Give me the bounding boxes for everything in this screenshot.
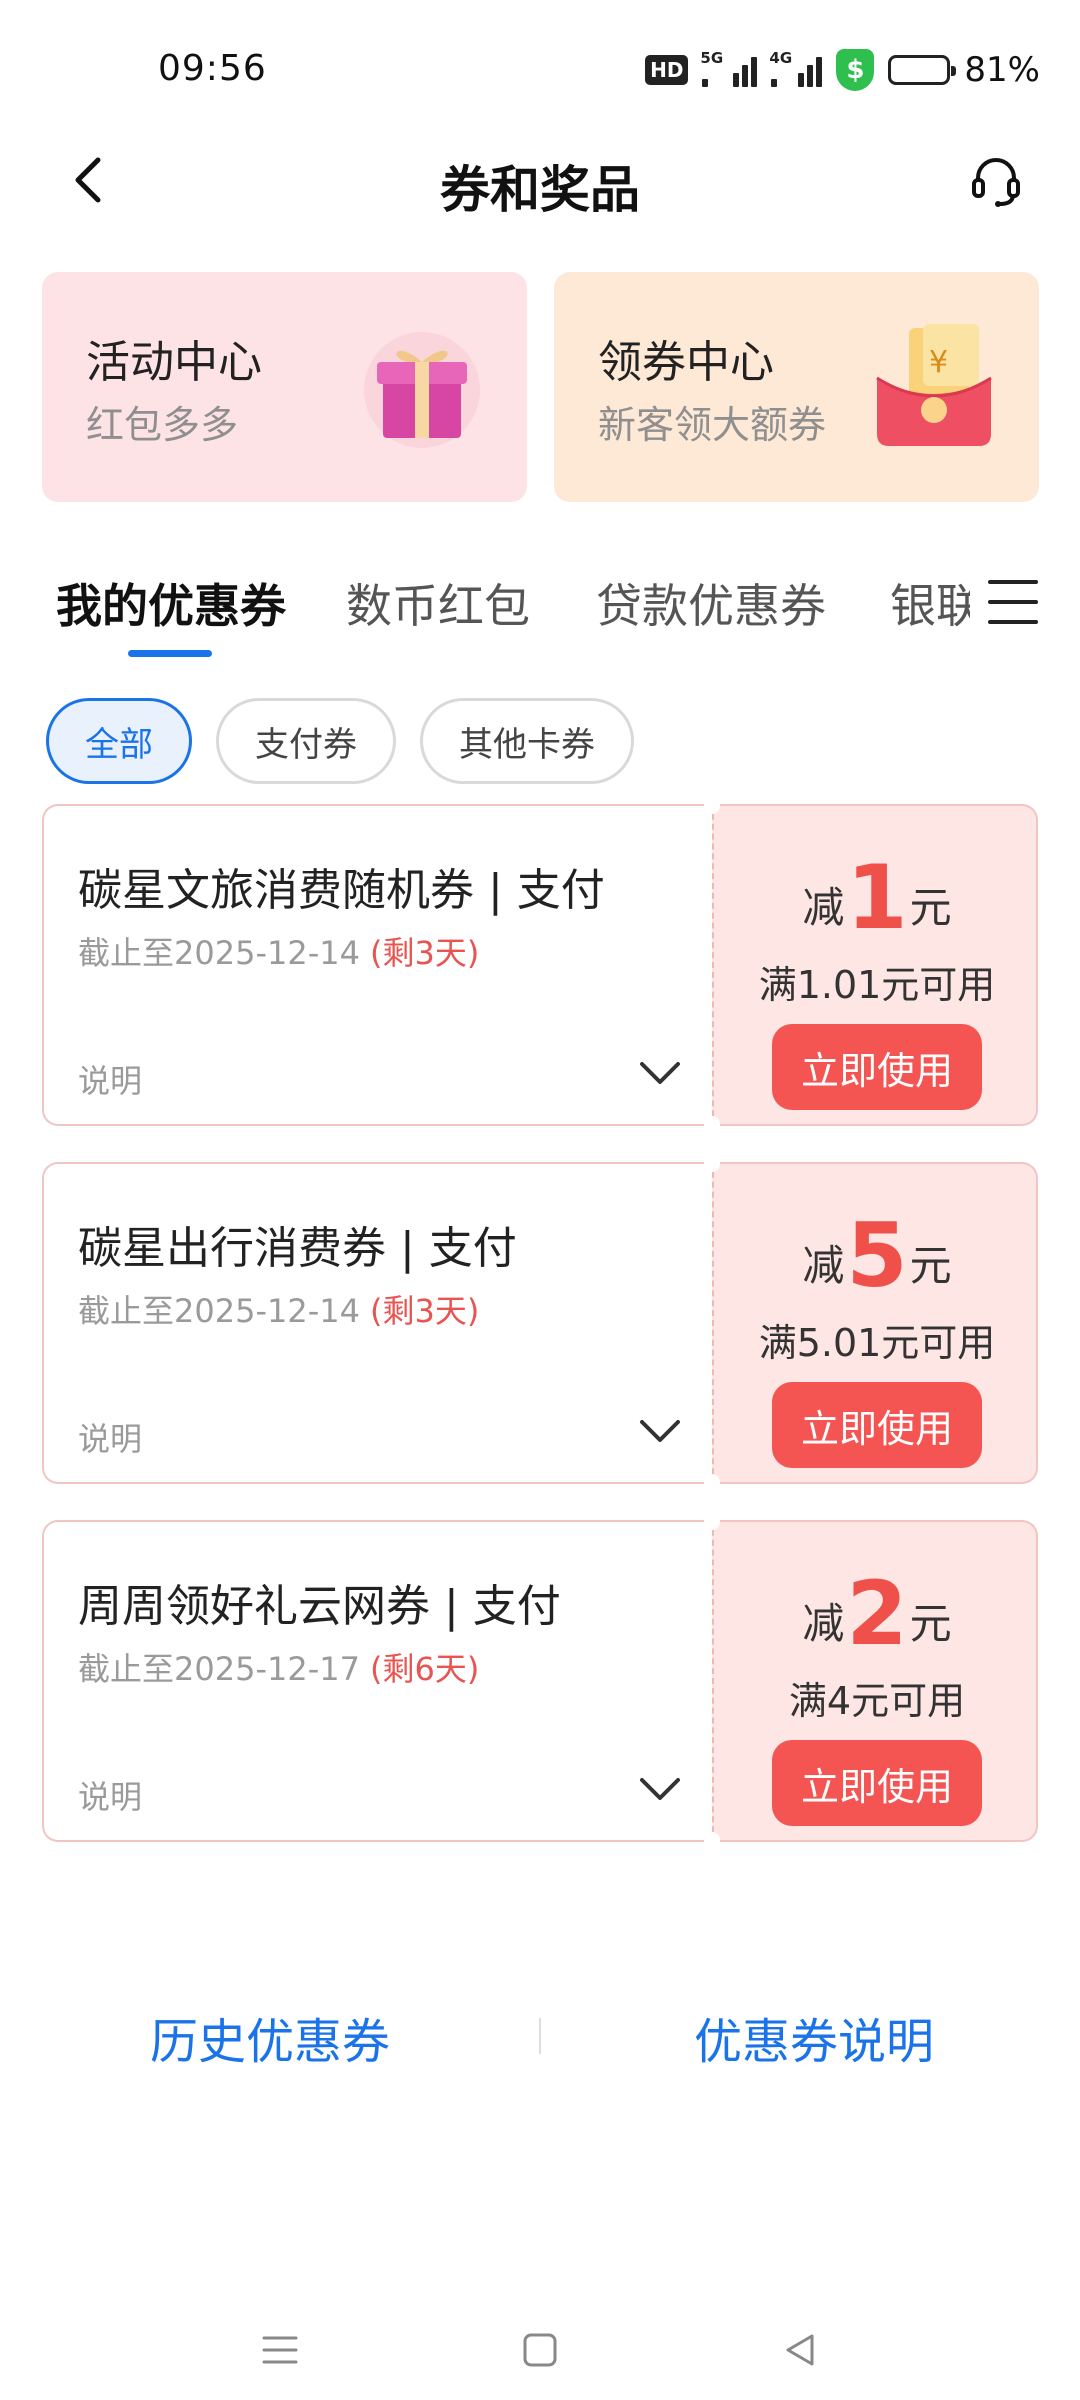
- chevron-down-icon[interactable]: [638, 1058, 682, 1088]
- coupon-condition: 满5.01元可用: [758, 1321, 996, 1365]
- filter-chips: 全部 支付券 其他卡券: [46, 698, 634, 784]
- coupon-expiry-date: 截止至2025-12-14: [78, 1292, 360, 1330]
- use-now-button[interactable]: 立即使用: [772, 1024, 982, 1110]
- coupon-expiry-date: 截止至2025-12-14: [78, 934, 360, 972]
- coupon-amount-unit: 元: [909, 1599, 952, 1648]
- coupon-name: 碳星出行消费券 | 支付: [78, 1223, 517, 1274]
- coupon-amount: 减1元: [714, 846, 1040, 949]
- coupon-reduce-prefix: 减: [802, 883, 845, 932]
- tab-scroll-area: 我的优惠券 数币红包 贷款优惠券 银联: [0, 570, 970, 660]
- chevron-down-icon[interactable]: [638, 1774, 682, 1804]
- coupon-amount-value: 5: [846, 1204, 908, 1307]
- coupon-amount-unit: 元: [909, 883, 952, 932]
- coupon-expiry: 截止至2025-12-17 (剩6天): [78, 1644, 479, 1690]
- coupon-expiry: 截止至2025-12-14 (剩3天): [78, 1286, 479, 1332]
- tab-digital-red-packets[interactable]: 数币红包: [346, 570, 530, 636]
- coupon-reduce-prefix: 减: [802, 1599, 845, 1648]
- chip-all[interactable]: 全部: [46, 698, 192, 784]
- coupon-center-card[interactable]: 领券中心 新客领大额券 ¥: [554, 272, 1039, 502]
- status-time: 09:56: [158, 48, 267, 89]
- tab-menu-icon[interactable]: [988, 580, 1038, 624]
- menu-icon: [262, 2336, 298, 2364]
- red-envelope-icon: ¥: [876, 324, 992, 446]
- home-square-icon: [523, 2333, 557, 2367]
- use-now-button[interactable]: 立即使用: [772, 1740, 982, 1826]
- footer-divider: [539, 2018, 541, 2054]
- coupon-amount: 减5元: [714, 1204, 1040, 1307]
- coupon-days-remaining: (剩6天): [369, 1650, 480, 1688]
- battery-percent: 81%: [964, 50, 1040, 90]
- tab-unionpay[interactable]: 银联: [890, 570, 970, 636]
- coupon-amount: 减2元: [714, 1562, 1040, 1665]
- battery-icon: [888, 55, 957, 85]
- signal-5g-label: 5G: [700, 49, 724, 67]
- gift-box-icon: [364, 332, 480, 448]
- nav-back-button[interactable]: [770, 2320, 830, 2380]
- coupon-card: 碳星文旅消费随机券 | 支付 截止至2025-12-14 (剩3天) 说明 减1元…: [42, 804, 1038, 1126]
- coupon-condition: 满4元可用: [788, 1679, 966, 1723]
- coupon-amount-value: 1: [846, 846, 908, 949]
- coupon-amount-value: 2: [846, 1562, 908, 1665]
- signal-5g-icon: 5G: [700, 49, 758, 87]
- coupon-condition: 满1.01元可用: [758, 963, 996, 1007]
- coupon-info: 周周领好礼云网券 | 支付 截止至2025-12-17 (剩6天) 说明: [42, 1520, 712, 1842]
- coupon-center-title: 领券中心: [598, 337, 774, 388]
- coupon-center-subtitle: 新客领大额券: [598, 403, 827, 447]
- customer-service-button[interactable]: [966, 150, 1026, 210]
- coupon-value-panel: 减5元 满5.01元可用 立即使用: [712, 1162, 1038, 1484]
- coupon-notch-bottom: [704, 1474, 720, 1484]
- nav-home-button[interactable]: [510, 2320, 570, 2380]
- back-triangle-icon: [786, 2334, 814, 2366]
- coupon-reduce-prefix: 减: [802, 1241, 845, 1290]
- coupon-name: 周周领好礼云网券 | 支付: [78, 1581, 561, 1632]
- page-title: 券和奖品: [440, 161, 640, 219]
- nav-menu-button[interactable]: [250, 2320, 310, 2380]
- coupon-expiry: 截止至2025-12-14 (剩3天): [78, 928, 479, 974]
- coupon-days-remaining: (剩3天): [369, 934, 480, 972]
- coupon-days-remaining: (剩3天): [369, 1292, 480, 1330]
- app-header: 券和奖品: [0, 130, 1080, 230]
- chevron-down-icon[interactable]: [638, 1416, 682, 1446]
- history-coupons-link[interactable]: 历史优惠券: [150, 2002, 390, 2072]
- coupon-tab-bar: 我的优惠券 数币红包 贷款优惠券 银联: [0, 570, 1080, 660]
- status-bar: 09:56 HD 5G 4G $ 81%: [0, 0, 1080, 130]
- coupon-card: 周周领好礼云网券 | 支付 截止至2025-12-17 (剩6天) 说明 减2元 …: [42, 1520, 1038, 1842]
- coupon-amount-unit: 元: [909, 1241, 952, 1290]
- coupon-value-panel: 减1元 满1.01元可用 立即使用: [712, 804, 1038, 1126]
- coupon-card: 碳星出行消费券 | 支付 截止至2025-12-14 (剩3天) 说明 减5元 满…: [42, 1162, 1038, 1484]
- headset-icon: [972, 158, 1020, 207]
- coupon-value-panel: 减2元 满4元可用 立即使用: [712, 1520, 1038, 1842]
- hd-voice-icon: HD: [645, 55, 689, 85]
- chip-payment-coupons[interactable]: 支付券: [216, 698, 396, 784]
- tab-my-coupons[interactable]: 我的优惠券: [56, 570, 286, 636]
- coupon-info: 碳星文旅消费随机券 | 支付 截止至2025-12-14 (剩3天) 说明: [42, 804, 712, 1126]
- signal-4g-label: 4G: [769, 49, 793, 67]
- activity-center-subtitle: 红包多多: [86, 403, 239, 447]
- coupon-explain-label[interactable]: 说明: [78, 1056, 142, 1102]
- system-nav-bar: [0, 2300, 1080, 2400]
- coupon-notch-bottom: [704, 1116, 720, 1126]
- use-now-button[interactable]: 立即使用: [772, 1382, 982, 1468]
- coupon-info: 碳星出行消费券 | 支付 截止至2025-12-14 (剩3天) 说明: [42, 1162, 712, 1484]
- coupon-expiry-date: 截止至2025-12-17: [78, 1650, 360, 1688]
- coupons-prizes-page: 09:56 HD 5G 4G $ 81% 券和奖品 活动中心 红包多多 领券中心…: [0, 0, 1080, 2400]
- coupon-notch-bottom: [704, 1832, 720, 1842]
- footer-links: 历史优惠券 优惠券说明: [0, 1990, 1080, 2070]
- coupon-explain-link[interactable]: 优惠券说明: [694, 2002, 934, 2072]
- tab-loan-coupons[interactable]: 贷款优惠券: [596, 570, 826, 636]
- signal-4g-icon: 4G: [769, 49, 823, 87]
- activity-center-card[interactable]: 活动中心 红包多多: [42, 272, 527, 502]
- coupon-explain-label[interactable]: 说明: [78, 1414, 142, 1460]
- status-icons: HD 5G 4G $ 81%: [645, 48, 1040, 92]
- security-shield-icon: $: [836, 49, 875, 91]
- coupon-explain-label[interactable]: 说明: [78, 1772, 142, 1818]
- activity-center-title: 活动中心: [86, 337, 262, 388]
- chip-other-card-coupons[interactable]: 其他卡券: [420, 698, 634, 784]
- coupon-name: 碳星文旅消费随机券 | 支付: [78, 865, 605, 916]
- svg-text:¥: ¥: [929, 345, 948, 380]
- active-tab-indicator: [128, 650, 212, 657]
